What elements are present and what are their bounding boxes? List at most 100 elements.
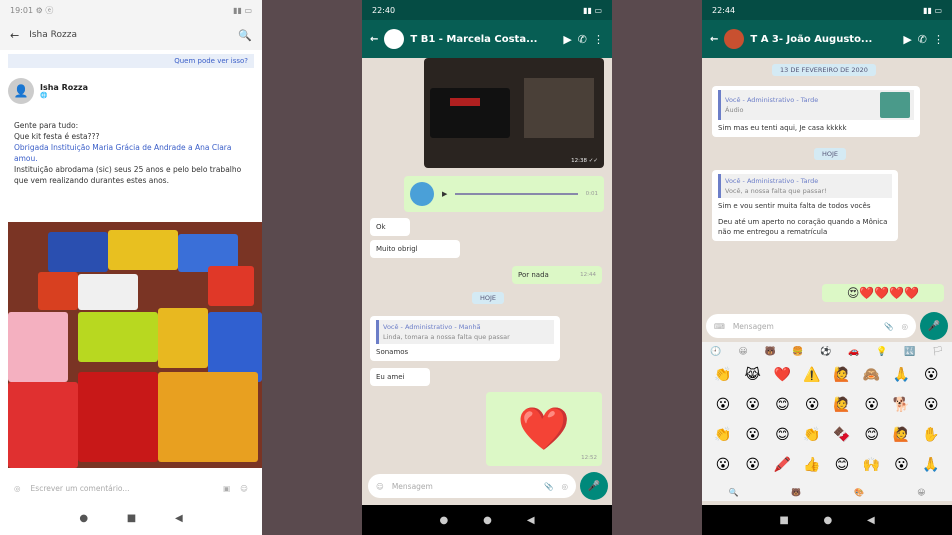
nav-bar: ■ ● ◀	[702, 505, 952, 535]
emoji-key[interactable]: 😮	[857, 392, 887, 419]
sticker-icon[interactable]: 😀	[917, 488, 925, 497]
nav-recent-button[interactable]: ●	[79, 513, 88, 524]
emoji-key[interactable]: 😮	[916, 362, 946, 389]
camera-icon[interactable]: ◎	[561, 482, 568, 491]
emoji-key[interactable]: 😊	[827, 452, 857, 479]
nav-recent-button[interactable]: ■	[779, 515, 788, 526]
nav-home-button[interactable]: ■	[127, 513, 136, 524]
nav-back-button[interactable]: ◀	[527, 515, 535, 526]
emoji-key[interactable]: 🙈	[857, 362, 887, 389]
emoji-icon[interactable]: ☺	[240, 484, 248, 493]
quoted-message[interactable]: Você - Administrativo - Tarde Você, a no…	[718, 174, 892, 198]
emoji-key[interactable]: 👏	[797, 422, 827, 449]
contact-name[interactable]: T B1 - Marcela Costa...	[410, 34, 557, 45]
emoji-key[interactable]: 🍫	[827, 422, 857, 449]
nav-home-button[interactable]: ●	[483, 515, 492, 526]
phone-facebook-post: 19:01 ⚙ ⓔ ▮▮ ▭ ← Isha Rozza 🔍 Quem pode …	[0, 0, 262, 535]
emoji-key[interactable]: 😮	[738, 422, 768, 449]
comment-input[interactable]: Escrever um comentário...	[31, 484, 214, 493]
nav-back-button[interactable]: ◀	[175, 513, 183, 524]
avatar[interactable]: 👤	[8, 78, 34, 104]
back-arrow-icon[interactable]: ←	[710, 34, 718, 45]
tab-recent[interactable]: 🕘	[710, 347, 721, 357]
emoji-key[interactable]: 🙋	[827, 362, 857, 389]
video-call-icon[interactable]: ▶	[903, 33, 911, 46]
menu-icon[interactable]: ⋮	[593, 33, 604, 46]
phone-call-icon[interactable]: ✆	[918, 33, 927, 46]
emoji-key[interactable]: 😮	[708, 392, 738, 419]
status-time: 22:40	[372, 5, 396, 15]
emoji-key[interactable]: 🖍️	[768, 452, 798, 479]
animal-icon[interactable]: 🐻	[791, 488, 801, 497]
contact-name[interactable]: T A 3- João Augusto...	[750, 34, 897, 45]
nav-home-button[interactable]: ●	[824, 515, 833, 526]
emoji-key[interactable]: ⚠️	[797, 362, 827, 389]
phone-call-icon[interactable]: ✆	[578, 33, 587, 46]
emoji-key[interactable]: 🙋	[887, 422, 917, 449]
gif-icon[interactable]: 🎨	[854, 488, 864, 497]
chat-photo[interactable]: 12:38 ✓✓	[424, 58, 604, 168]
emoji-key[interactable]: ❤️	[768, 362, 798, 389]
attach-icon[interactable]: 📎	[544, 482, 553, 491]
message-input[interactable]: Mensagem	[733, 322, 876, 331]
emoji-key[interactable]: 🙏	[887, 362, 917, 389]
attach-icon[interactable]: 📎	[884, 322, 893, 331]
mic-button[interactable]: 🎤	[580, 472, 608, 500]
audio-message[interactable]: ▶ 0:01	[404, 176, 604, 212]
search-query[interactable]: Isha Rozza	[29, 30, 228, 40]
emoji-key[interactable]: 😊	[768, 392, 798, 419]
emoji-key[interactable]: 😊	[857, 422, 887, 449]
emoji-key[interactable]: 😮	[708, 452, 738, 479]
emoji-key[interactable]: 😹	[738, 362, 768, 389]
tab-animals[interactable]: 🐻	[764, 347, 775, 357]
keyboard-icon[interactable]: ⌨	[714, 322, 725, 331]
menu-icon[interactable]: ⋮	[933, 33, 944, 46]
emoji-key[interactable]: 🙋	[827, 392, 857, 419]
emoji-key[interactable]: 🙏	[916, 452, 946, 479]
emoji-search-icon[interactable]: 🔍	[728, 488, 738, 497]
emoji-key[interactable]: 👍	[797, 452, 827, 479]
emoji-key[interactable]: 😮	[797, 392, 827, 419]
emoji-key[interactable]: 👏	[708, 362, 738, 389]
emoji-key[interactable]: 🐕	[887, 392, 917, 419]
who-can-see-link[interactable]: Quem pode ver isso?	[8, 54, 254, 68]
emoji-key[interactable]: 😮	[916, 392, 946, 419]
emoji-key[interactable]: 👏	[708, 422, 738, 449]
back-arrow-icon[interactable]: ←	[10, 29, 19, 42]
emoji-key[interactable]: 😮	[887, 452, 917, 479]
avatar[interactable]	[724, 29, 745, 49]
emoji-icon[interactable]: ☺	[376, 482, 384, 491]
mic-button[interactable]: 🎤	[920, 312, 948, 340]
date-chip: HOJE	[472, 292, 505, 304]
quote-title: Você - Administrativo - Tarde	[725, 177, 819, 185]
nav-back-button[interactable]: ◀	[867, 515, 875, 526]
tab-activity[interactable]: ⚽	[820, 347, 831, 357]
tab-travel[interactable]: 🚗	[848, 347, 859, 357]
emoji-key[interactable]: 😮	[738, 392, 768, 419]
poster-name[interactable]: Isha Rozza	[40, 83, 88, 92]
tab-symbols[interactable]: 🔣	[904, 347, 915, 357]
emoji-key[interactable]: 😮	[738, 452, 768, 479]
emoji-key[interactable]: 😊	[768, 422, 798, 449]
post-line[interactable]: Obrigada Instituição Maria Grácia de And…	[14, 142, 248, 164]
nav-recent-button[interactable]: ●	[439, 515, 448, 526]
tab-food[interactable]: 🍔	[792, 347, 803, 357]
post-photo[interactable]	[8, 222, 262, 468]
tab-flags[interactable]: 🏳	[932, 347, 943, 357]
message-input[interactable]: Mensagem	[392, 482, 536, 491]
gif-icon[interactable]: ▣	[223, 484, 230, 493]
avatar[interactable]	[384, 29, 405, 49]
tab-smileys[interactable]: 😀	[738, 347, 747, 357]
audio-progress[interactable]	[455, 193, 578, 195]
video-call-icon[interactable]: ▶	[563, 33, 571, 46]
search-icon[interactable]: 🔍	[238, 29, 252, 42]
play-icon[interactable]: ▶	[442, 189, 447, 199]
quoted-message[interactable]: Você - Administrativo - Manhã Linda, tom…	[376, 320, 554, 344]
emoji-key[interactable]: ✋	[916, 422, 946, 449]
back-arrow-icon[interactable]: ←	[370, 34, 378, 45]
camera-icon[interactable]: ◎	[14, 484, 21, 493]
tab-objects[interactable]: 💡	[876, 347, 887, 357]
quoted-message[interactable]: Você - Administrativo - Tarde Áudio	[718, 90, 914, 120]
camera-icon[interactable]: ◎	[901, 322, 908, 331]
emoji-key[interactable]: 🙌	[857, 452, 887, 479]
